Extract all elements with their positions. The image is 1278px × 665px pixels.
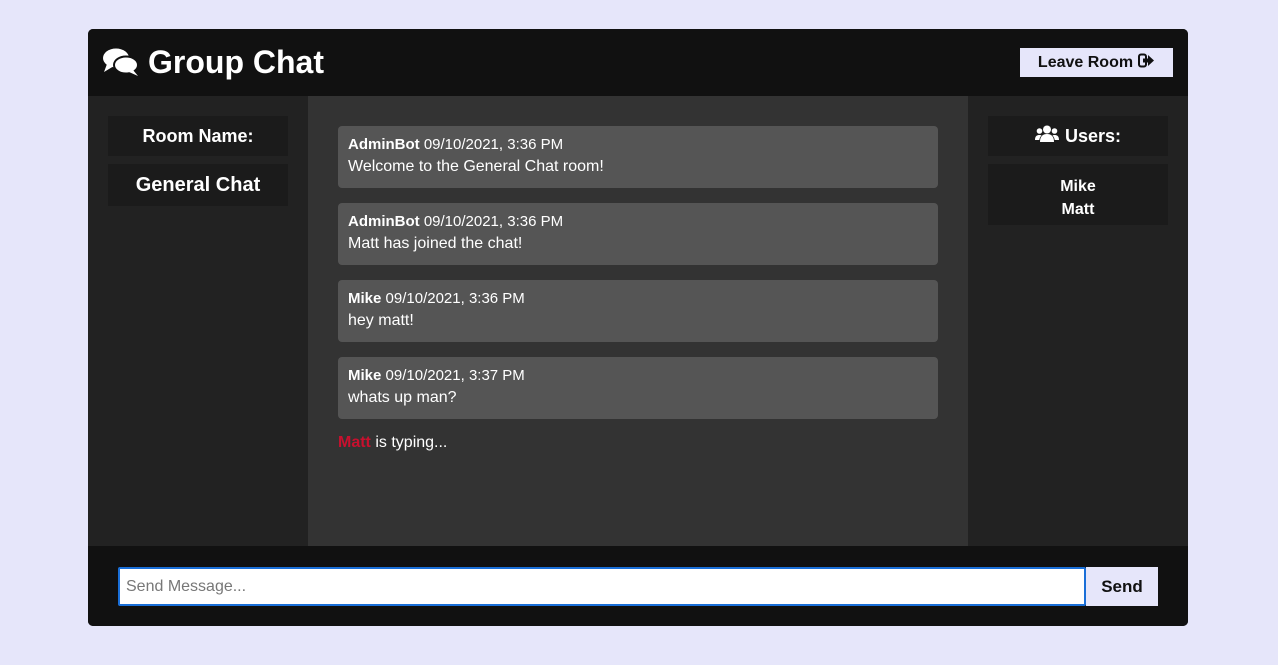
users-sidebar: Users: Mike Matt [968, 96, 1188, 546]
user-item: Matt [1061, 201, 1095, 218]
message: AdminBot 09/10/2021, 3:36 PM Welcome to … [338, 126, 938, 188]
message-input[interactable] [118, 567, 1086, 606]
users-icon [1034, 125, 1059, 148]
message-user: Mike [348, 290, 382, 307]
users-heading: Users: [988, 116, 1168, 156]
send-button[interactable]: Send [1086, 567, 1158, 606]
message-user: Mike [348, 367, 382, 384]
room-sidebar: Room Name: General Chat [88, 96, 308, 546]
message-meta: AdminBot 09/10/2021, 3:36 PM [348, 213, 928, 230]
leave-room-button[interactable]: Leave Room [1020, 48, 1173, 77]
room-name-label: Room Name: [108, 116, 288, 156]
typing-user: Matt [338, 434, 371, 451]
message: AdminBot 09/10/2021, 3:36 PM Matt has jo… [338, 203, 938, 265]
user-item: Mike [1060, 178, 1096, 195]
sign-out-icon [1138, 53, 1155, 73]
typing-indicator: Matt is typing... [338, 434, 447, 452]
comments-icon [102, 47, 140, 77]
message-time: 09/10/2021, 3:37 PM [385, 367, 525, 384]
app-logo: Group Chat [102, 44, 324, 80]
users-list: Mike Matt [988, 164, 1168, 225]
leave-room-label: Leave Room [1037, 53, 1134, 71]
message-user: AdminBot [348, 213, 420, 230]
chat-footer: Send [88, 546, 1188, 626]
chat-container: Group Chat Leave Room Room Name: General… [88, 29, 1188, 626]
message-user: AdminBot [348, 136, 420, 153]
app-title: Group Chat [148, 44, 324, 80]
messages-area[interactable]: AdminBot 09/10/2021, 3:36 PM Welcome to … [308, 96, 968, 546]
message-meta: Mike 09/10/2021, 3:37 PM [348, 367, 928, 384]
message: Mike 09/10/2021, 3:37 PM whats up man? [338, 357, 938, 419]
message-time: 09/10/2021, 3:36 PM [385, 290, 525, 307]
message-time: 09/10/2021, 3:36 PM [423, 136, 564, 153]
chat-header: Group Chat Leave Room [88, 29, 1188, 96]
message-text: Welcome to the General Chat room! [348, 158, 604, 175]
message-meta: AdminBot 09/10/2021, 3:36 PM [348, 136, 928, 153]
room-name: General Chat [108, 164, 288, 206]
message: Mike 09/10/2021, 3:36 PM hey matt! [338, 280, 938, 342]
typing-text: is typing... [375, 434, 448, 451]
message-meta: Mike 09/10/2021, 3:36 PM [348, 290, 928, 307]
message-time: 09/10/2021, 3:36 PM [423, 213, 564, 230]
message-text: hey matt! [348, 312, 414, 329]
message-text: whats up man? [348, 389, 457, 406]
users-label: Users: [1064, 125, 1122, 146]
message-text: Matt has joined the chat! [348, 235, 523, 252]
